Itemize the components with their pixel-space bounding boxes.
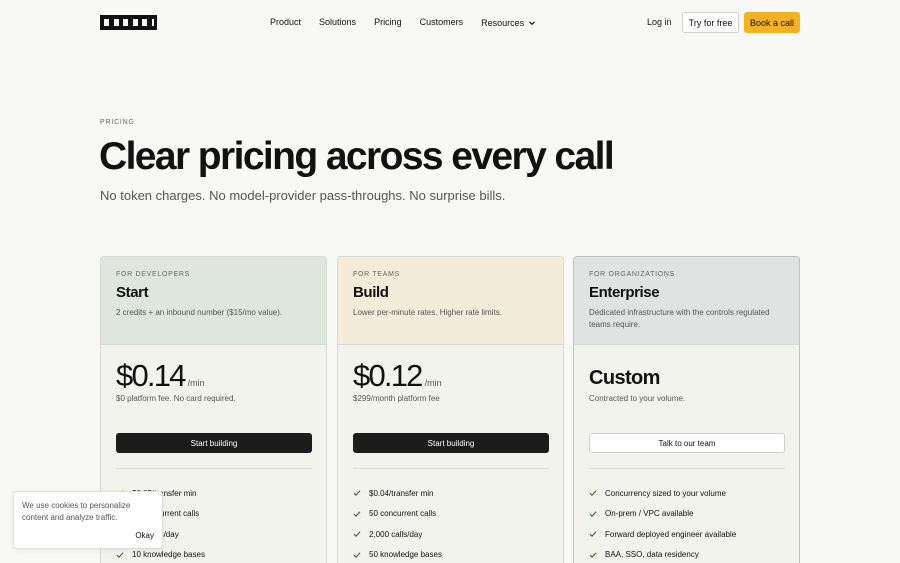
feature-item: 2,000 calls/day	[353, 524, 442, 545]
nav-resources-label: Resources	[481, 18, 525, 28]
top-nav: Product Solutions Pricing Customers Reso…	[0, 0, 900, 45]
nav-customers[interactable]: Customers	[420, 17, 464, 29]
plan-price: $0.14 /min	[116, 358, 205, 394]
check-icon	[589, 511, 597, 517]
check-icon	[353, 552, 361, 558]
plan-name: Enterprise	[589, 284, 660, 301]
feature-item: On-prem / VPC available	[589, 504, 736, 525]
feature-item: Concurrency sized to your volume	[589, 483, 736, 504]
feature-item: $0.04/transfer min	[353, 483, 442, 504]
plan-card-build: FOR TEAMS Build Lower per-minute rates. …	[337, 256, 564, 563]
plan-tier: FOR DEVELOPERS	[116, 271, 190, 278]
price-value: $0.12	[353, 358, 423, 393]
nav-solutions[interactable]: Solutions	[319, 17, 356, 29]
feature-text: 2,000 calls/day	[369, 529, 423, 539]
price-unit: /min	[187, 378, 205, 388]
plan-card-header: FOR TEAMS Build Lower per-minute rates. …	[338, 257, 563, 345]
price-value: Custom	[589, 367, 660, 389]
login-link[interactable]: Log in	[647, 17, 672, 27]
price-note: $299/month platform fee	[353, 394, 440, 403]
nav-product[interactable]: Product	[270, 17, 301, 29]
feature-text: 10 knowledge bases	[132, 550, 205, 560]
check-icon	[353, 531, 361, 538]
page-eyebrow: PRICING	[100, 119, 135, 126]
brand-logo-icon[interactable]	[100, 15, 157, 30]
start-building-button[interactable]: Start building	[116, 433, 312, 453]
check-icon	[353, 490, 361, 497]
plan-tier: FOR ORGANIZATIONS	[589, 271, 676, 278]
plan-card-enterprise: FOR ORGANIZATIONS Enterprise Dedicated i…	[573, 256, 800, 563]
plan-tier: FOR TEAMS	[353, 271, 401, 278]
feature-list: $0.04/transfer min 50 concurrent calls 2…	[353, 483, 442, 563]
plan-description: Lower per-minute rates. Higher rate limi…	[353, 308, 502, 317]
nav-resources[interactable]: Resources	[481, 17, 536, 29]
nav-pricing[interactable]: Pricing	[374, 17, 402, 29]
feature-item: Forward deployed engineer available	[589, 524, 736, 545]
plan-card-header: FOR DEVELOPERS Start 2 credits + an inbo…	[101, 257, 326, 345]
chevron-down-icon	[529, 21, 536, 26]
plan-name: Build	[353, 284, 389, 301]
plan-card-header: FOR ORGANIZATIONS Enterprise Dedicated i…	[574, 257, 799, 345]
try-free-button[interactable]: Try for free	[682, 12, 739, 33]
cookie-okay-button[interactable]: Okay	[135, 531, 154, 540]
price-value: $0.14	[116, 358, 186, 393]
feature-item: 50 knowledge bases	[353, 545, 442, 563]
feature-text: 50 knowledge bases	[369, 550, 442, 560]
divider	[589, 468, 785, 469]
feature-text: 50 concurrent calls	[369, 509, 437, 519]
divider	[353, 468, 549, 469]
feature-text: Forward deployed engineer available	[605, 529, 737, 539]
talk-to-team-button[interactable]: Talk to our team	[589, 433, 785, 453]
check-icon	[116, 552, 124, 558]
feature-item: BAA, SSO, data residency	[589, 545, 736, 563]
divider	[116, 468, 312, 469]
page-subtitle: No token charges. No model-provider pass…	[100, 188, 506, 203]
cookie-text: We use cookies to personalize content an…	[22, 501, 131, 522]
price-unit: /min	[424, 378, 442, 388]
price-note: $0 platform fee. No card required.	[116, 394, 236, 403]
plan-description: 2 credits + an inbound number ($15/mo va…	[116, 308, 283, 317]
start-building-button[interactable]: Start building	[353, 433, 549, 453]
cookie-banner: We use cookies to personalize content an…	[13, 491, 163, 549]
feature-text: Concurrency sized to your volume	[605, 488, 726, 498]
plan-price: $0.12 /min	[353, 358, 442, 394]
feature-text: $0.04/transfer min	[369, 488, 434, 498]
nav-links: Product Solutions Pricing Customers Reso…	[270, 17, 554, 29]
check-icon	[589, 531, 597, 538]
price-note: Contracted to your volume.	[589, 394, 686, 403]
check-icon	[589, 552, 597, 558]
feature-text: BAA, SSO, data residency	[605, 550, 699, 560]
book-call-button[interactable]: Book a call	[744, 12, 800, 33]
feature-item: 50 concurrent calls	[353, 504, 442, 525]
check-icon	[353, 511, 361, 517]
feature-text: On-prem / VPC available	[605, 509, 694, 519]
page-title: Clear pricing across every call	[99, 135, 615, 178]
check-icon	[589, 490, 597, 497]
plan-description: Dedicated infrastructure with the contro…	[589, 308, 770, 329]
plan-name: Start	[116, 284, 149, 301]
feature-list: Concurrency sized to your volume On-prem…	[589, 483, 736, 563]
